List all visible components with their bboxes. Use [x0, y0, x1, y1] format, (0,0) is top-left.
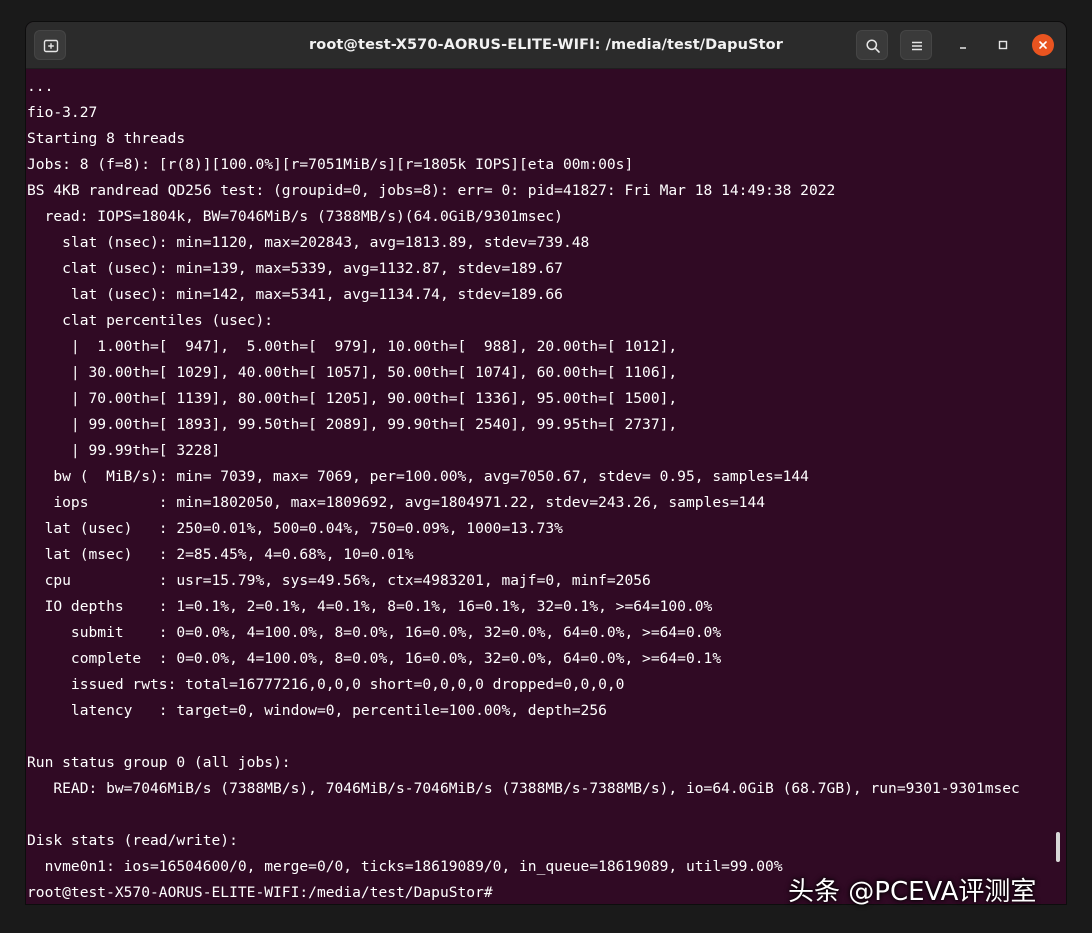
terminal-line: cpu : usr=15.79%, sys=49.56%, ctx=498320…	[27, 572, 651, 589]
search-button[interactable]	[856, 30, 888, 60]
scrollbar-thumb[interactable]	[1056, 832, 1060, 862]
terminal-line: | 99.99th=[ 3228]	[27, 442, 221, 459]
terminal-line: lat (usec): min=142, max=5341, avg=1134.…	[27, 286, 563, 303]
terminal-line: latency : target=0, window=0, percentile…	[27, 702, 607, 719]
minimize-button[interactable]	[952, 34, 974, 56]
terminal-window: root@test-X570-AORUS-ELITE-WIFI: /media/…	[26, 22, 1066, 904]
hamburger-menu-icon	[912, 41, 922, 51]
terminal-output[interactable]: ... fio-3.27 Starting 8 threads Jobs: 8 (f=…	[26, 74, 1066, 904]
maximize-button[interactable]	[992, 34, 1014, 56]
terminal-line: nvme0n1: ios=16504600/0, merge=0/0, tick…	[27, 858, 783, 875]
close-icon	[1039, 41, 1047, 49]
search-icon	[866, 39, 880, 53]
menu-button[interactable]	[900, 30, 932, 60]
terminal-line: fio-3.27	[27, 104, 98, 121]
terminal-line: Disk stats (read/write):	[27, 832, 238, 849]
terminal-line: | 30.00th=[ 1029], 40.00th=[ 1057], 50.0…	[27, 364, 678, 381]
terminal-line: lat (usec) : 250=0.01%, 500=0.04%, 750=0…	[27, 520, 563, 537]
watermark-text: 头条 @PCEVA评测室	[788, 877, 1037, 907]
terminal-line: Jobs: 8 (f=8): [r(8)][100.0%][r=7051MiB/…	[27, 156, 634, 173]
terminal-line: clat percentiles (usec):	[27, 312, 274, 329]
terminal-line: READ: bw=7046MiB/s (7388MB/s), 7046MiB/s…	[27, 780, 1020, 797]
terminal-line: submit : 0=0.0%, 4=100.0%, 8=0.0%, 16=0.…	[27, 624, 722, 641]
terminal-line: slat (nsec): min=1120, max=202843, avg=1…	[27, 234, 590, 251]
terminal-line: complete : 0=0.0%, 4=100.0%, 8=0.0%, 16=…	[27, 650, 722, 667]
terminal-line: read: IOPS=1804k, BW=7046MiB/s (7388MB/s…	[27, 208, 563, 225]
terminal-line: | 99.00th=[ 1893], 99.50th=[ 2089], 99.9…	[27, 416, 678, 433]
terminal-line: issued rwts: total=16777216,0,0,0 short=…	[27, 676, 625, 693]
terminal-line: IO depths : 1=0.1%, 2=0.1%, 4=0.1%, 8=0.…	[27, 598, 713, 615]
title-bar[interactable]: root@test-X570-AORUS-ELITE-WIFI: /media/…	[26, 22, 1066, 69]
terminal-line: | 70.00th=[ 1139], 80.00th=[ 1205], 90.0…	[27, 390, 678, 407]
terminal-line: root@test-X570-AORUS-ELITE-WIFI:/media/t…	[27, 884, 493, 901]
terminal-line: clat (usec): min=139, max=5339, avg=1132…	[27, 260, 563, 277]
close-button[interactable]	[1032, 34, 1054, 56]
terminal-line: BS 4KB randread QD256 test: (groupid=0, …	[27, 182, 836, 199]
terminal-line: ...	[27, 78, 54, 95]
terminal-line: lat (msec) : 2=85.45%, 4=0.68%, 10=0.01%	[27, 546, 414, 563]
terminal-line: Run status group 0 (all jobs):	[27, 754, 291, 771]
maximize-icon	[998, 40, 1008, 50]
terminal-line: iops : min=1802050, max=1809692, avg=180…	[27, 494, 766, 511]
minimize-icon	[960, 47, 966, 49]
terminal-line: bw ( MiB/s): min= 7039, max= 7069, per=1…	[27, 468, 809, 485]
terminal-line: Starting 8 threads	[27, 130, 186, 147]
terminal-line: | 1.00th=[ 947], 5.00th=[ 979], 10.00th=…	[27, 338, 678, 355]
